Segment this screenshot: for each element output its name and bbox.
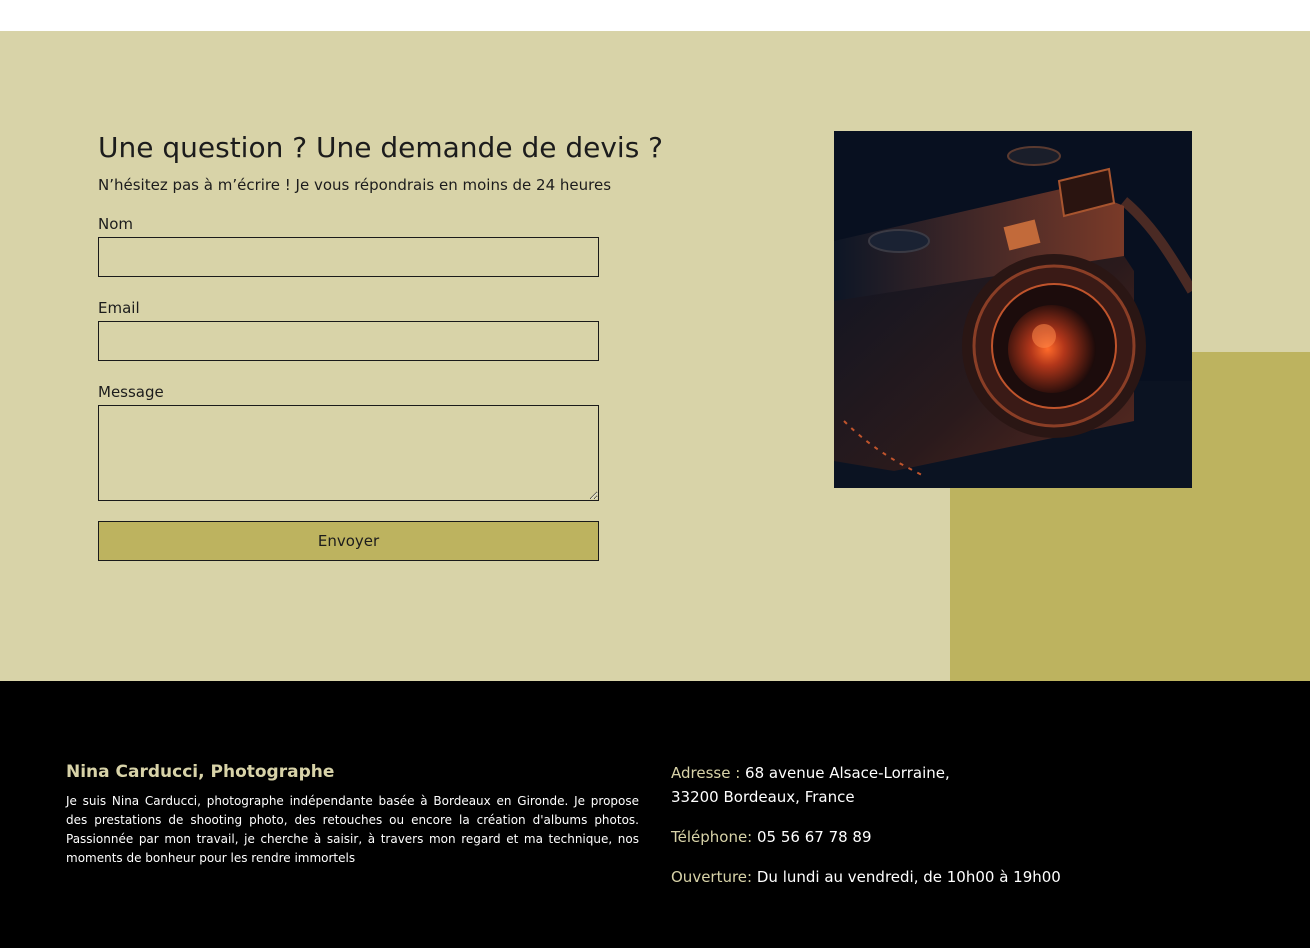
- phone-label: Téléphone:: [671, 828, 753, 846]
- hours-label: Ouverture:: [671, 868, 753, 886]
- hours-value: Du lundi au vendredi, de 10h00 à 19h00: [756, 868, 1061, 886]
- message-label: Message: [98, 383, 164, 401]
- name-label: Nom: [98, 215, 134, 233]
- camera-photo-illustration: [834, 131, 1192, 488]
- footer: Nina Carducci, Photographe Je suis Nina …: [0, 681, 1310, 948]
- footer-address: Adresse : 68 avenue Alsace-Lorraine, 332…: [671, 761, 950, 809]
- phone-value: 05 56 67 78 89: [757, 828, 872, 846]
- footer-phone: Téléphone: 05 56 67 78 89: [671, 825, 872, 849]
- name-input[interactable]: [98, 237, 599, 277]
- camera-photo: [834, 131, 1192, 488]
- footer-hours: Ouverture: Du lundi au vendredi, de 10h0…: [671, 865, 1061, 889]
- address-line2: 33200 Bordeaux, France: [671, 788, 855, 806]
- address-label: Adresse :: [671, 764, 741, 782]
- footer-bio: Je suis Nina Carducci, photographe indép…: [66, 794, 639, 865]
- contact-title: Une question ? Une demande de devis ?: [98, 131, 664, 164]
- email-input[interactable]: [98, 321, 599, 361]
- footer-name: Nina Carducci, Photographe: [66, 762, 335, 782]
- contact-section: Une question ? Une demande de devis ? N’…: [0, 31, 1310, 681]
- contact-subtitle: N’hésitez pas à m’écrire ! Je vous répon…: [98, 176, 612, 194]
- submit-button[interactable]: Envoyer: [98, 521, 599, 561]
- email-label: Email: [98, 299, 140, 317]
- message-textarea[interactable]: [98, 405, 599, 501]
- address-line1: 68 avenue Alsace-Lorraine,: [745, 764, 950, 782]
